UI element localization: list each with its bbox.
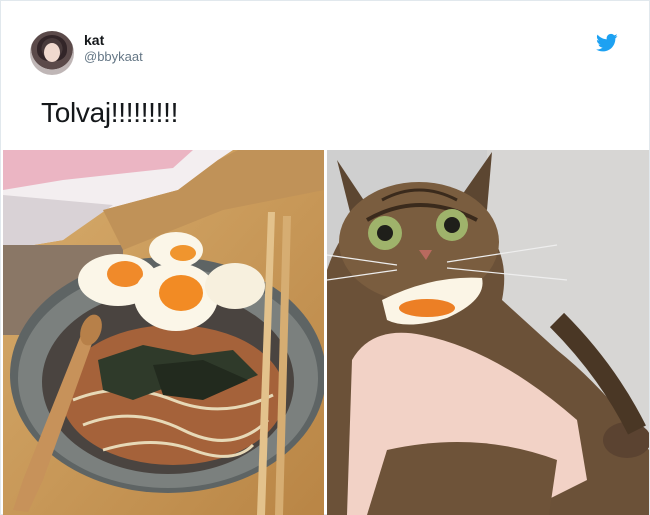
tweet-card: kat @bbykaat Tolvaj!!!!!!!!!	[0, 0, 650, 515]
photo-cat-holding-egg	[327, 150, 649, 515]
tweet-photo-ramen[interactable]	[3, 150, 324, 515]
tweet-photo-cat[interactable]	[327, 150, 649, 515]
author-handle[interactable]: @bbykaat	[84, 49, 143, 64]
twitter-bird-icon[interactable]	[596, 33, 618, 53]
tweet-text: Tolvaj!!!!!!!!!	[41, 97, 179, 128]
photo-ramen-bowl-with-eggs	[3, 150, 324, 515]
avatar[interactable]	[30, 31, 74, 75]
author-name[interactable]: kat	[84, 32, 104, 48]
